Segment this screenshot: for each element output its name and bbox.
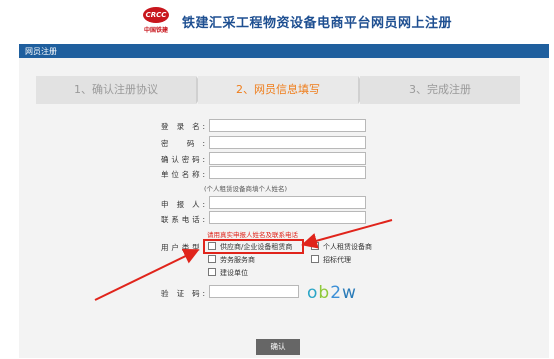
annotation-arrows <box>94 219 393 301</box>
annotation-arrow-left <box>94 249 200 301</box>
annotation-arrow-right <box>301 219 393 249</box>
